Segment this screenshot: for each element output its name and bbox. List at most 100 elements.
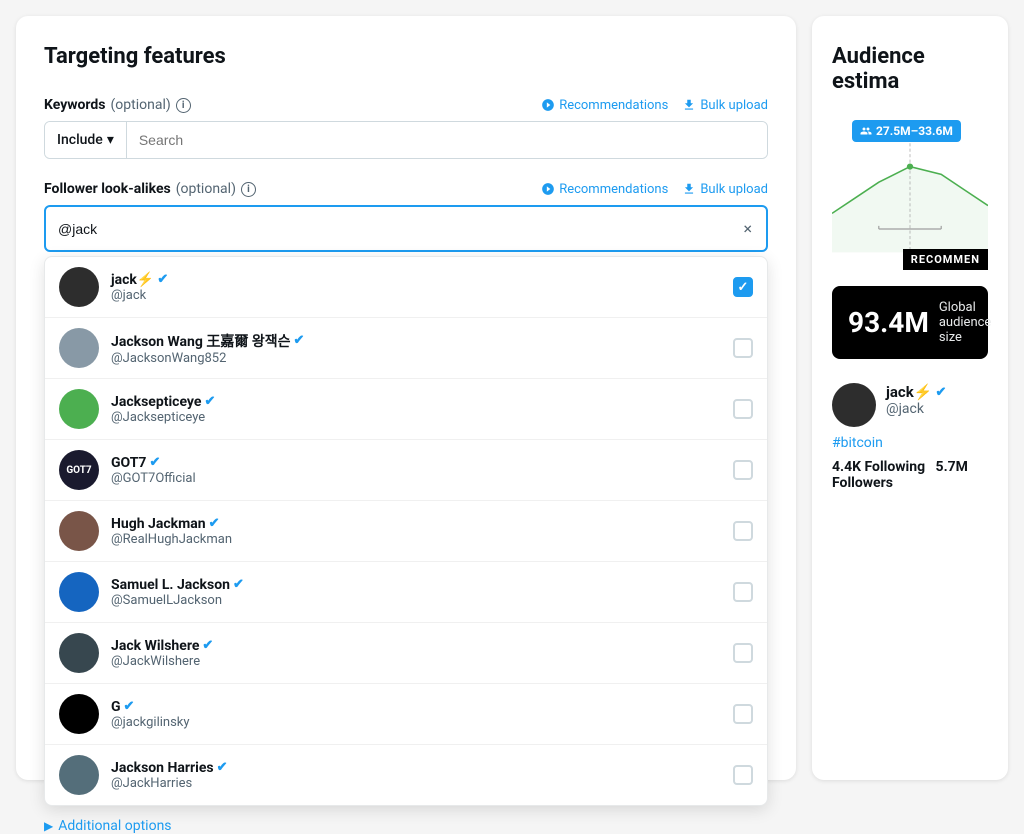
user-name: Jackson Harries✔ [111,760,721,776]
audience-size-banner: 93.4M Global audience size [832,286,988,359]
dropdown-item[interactable]: Jacksepticeye✔@Jacksepticeye [45,379,767,440]
user-name: Jacksepticeye✔ [111,394,721,410]
audience-estimate-panel: Audience estima 27.5M–33.6M RECOMMEN 93.… [812,16,1008,780]
user-checkbox[interactable] [733,338,753,358]
user-name: Hugh Jackman✔ [111,516,721,532]
user-info: G✔@jackgilinsky [111,699,721,730]
follower-section-header: Follower look-alikes (optional) i Recomm… [44,181,768,197]
follower-dropdown-list: jack⚡✔@jack Jackson Wang 王嘉爾 왕잭슨✔@Jackson… [44,256,768,806]
user-handle: @JackWilshere [111,654,721,669]
user-info: Samuel L. Jackson✔@SamuelLJackson [111,577,721,608]
keywords-label: Keywords (optional) i [44,97,191,113]
user-name: Jackson Wang 王嘉爾 왕잭슨✔ [111,331,721,351]
user-info: GOT7✔@GOT7Official [111,455,721,486]
user-checkbox[interactable] [733,277,753,297]
dropdown-item[interactable]: jack⚡✔@jack [45,257,767,318]
user-handle: @JacksonWang852 [111,351,721,366]
user-checkbox[interactable] [733,582,753,602]
verified-icon: ✔ [157,272,168,287]
audience-bubble-label: 27.5M–33.6M [852,120,961,142]
dropdown-item[interactable]: G✔@jackgilinsky [45,684,767,745]
user-info: Jackson Wang 王嘉爾 왕잭슨✔@JacksonWang852 [111,331,721,366]
dropdown-item[interactable]: Jack Wilshere✔@JackWilshere [45,623,767,684]
user-info: Jack Wilshere✔@JackWilshere [111,638,721,669]
follower-search-input[interactable] [58,221,741,237]
follower-input-box: × [44,205,768,252]
user-info: Jackson Harries✔@JackHarries [111,760,721,791]
audience-number: 93.4M [848,306,929,339]
follower-recommendations-link[interactable]: Recommendations [541,182,668,197]
user-name: GOT7✔ [111,455,721,471]
dropdown-item[interactable]: GOT7 GOT7✔@GOT7Official [45,440,767,501]
profile-hashtag[interactable]: #bitcoin [832,435,988,451]
avatar [59,389,99,429]
user-checkbox[interactable] [733,399,753,419]
audience-size-label: Global audience size [939,300,992,345]
user-info: Jacksepticeye✔@Jacksepticeye [111,394,721,425]
audience-chart: 27.5M–33.6M RECOMMEN [832,110,988,270]
verified-icon: ✔ [204,394,215,409]
user-handle: @SamuelLJackson [111,593,721,608]
profile-card: jack⚡ ✔ @jack #bitcoin 4.4K Following 5.… [832,375,988,499]
profile-verified-icon: ✔ [935,385,946,400]
user-handle: @jack [111,288,721,303]
avatar [59,633,99,673]
avatar [59,694,99,734]
follower-bulk-upload-link[interactable]: Bulk upload [682,182,768,197]
verified-icon: ✔ [293,333,304,348]
profile-handle: @jack [886,401,946,417]
user-checkbox[interactable] [733,460,753,480]
avatar: GOT7 [59,450,99,490]
verified-icon: ✔ [149,455,160,470]
user-name: Jack Wilshere✔ [111,638,721,654]
user-checkbox[interactable] [733,521,753,541]
chevron-down-icon: ▾ [107,132,114,148]
user-handle: @JackHarries [111,776,721,791]
clear-icon[interactable]: × [741,217,754,240]
user-checkbox[interactable] [733,643,753,663]
keywords-section-header: Keywords (optional) i Recommendations Bu… [44,97,768,113]
user-name: G✔ [111,699,721,715]
follower-info-icon[interactable]: i [241,182,256,197]
keywords-bulk-upload-link[interactable]: Bulk upload [682,98,768,113]
user-checkbox[interactable] [733,704,753,724]
page-title: Targeting features [44,44,768,69]
include-dropdown[interactable]: Include ▾ [45,122,127,158]
profile-stats: 4.4K Following 5.7M Followers [832,459,988,491]
additional-options-link[interactable]: ▶ Additional options [44,818,768,834]
user-checkbox[interactable] [733,765,753,785]
verified-icon: ✔ [124,699,135,714]
keywords-actions: Recommendations Bulk upload [541,98,768,113]
dropdown-item[interactable]: Samuel L. Jackson✔@SamuelLJackson [45,562,767,623]
keywords-recommendations-link[interactable]: Recommendations [541,98,668,113]
dropdown-item[interactable]: Hugh Jackman✔@RealHughJackman [45,501,767,562]
chevron-right-icon: ▶ [44,819,53,833]
verified-icon: ✔ [209,516,220,531]
dropdown-item[interactable]: Jackson Wang 王嘉爾 왕잭슨✔@JacksonWang852 [45,318,767,379]
verified-icon: ✔ [233,577,244,592]
avatar [59,511,99,551]
profile-name: jack⚡ ✔ [886,383,946,401]
verified-icon: ✔ [217,760,228,775]
keywords-search-input[interactable] [127,122,767,158]
user-handle: @RealHughJackman [111,532,721,547]
side-panel-title: Audience estima [832,44,988,94]
user-name: Samuel L. Jackson✔ [111,577,721,593]
keywords-info-icon[interactable]: i [176,98,191,113]
avatar [59,572,99,612]
verified-icon: ✔ [202,638,213,653]
profile-details: jack⚡ ✔ @jack [886,383,946,417]
follower-label: Follower look-alikes (optional) i [44,181,256,197]
follower-actions: Recommendations Bulk upload [541,182,768,197]
targeting-features-panel: Targeting features Keywords (optional) i… [16,16,796,780]
user-handle: @GOT7Official [111,471,721,486]
follower-search-wrapper: × jack⚡✔@jack Jackson Wang 王嘉爾 왕잭슨✔@Jacks… [44,205,768,806]
user-info: Hugh Jackman✔@RealHughJackman [111,516,721,547]
dropdown-item[interactable]: Jackson Harries✔@JackHarries [45,745,767,805]
avatar [59,755,99,795]
recommend-badge: RECOMMEN [903,249,988,270]
avatar [59,328,99,368]
avatar [59,267,99,307]
user-info: jack⚡✔@jack [111,272,721,303]
profile-avatar [832,383,876,427]
